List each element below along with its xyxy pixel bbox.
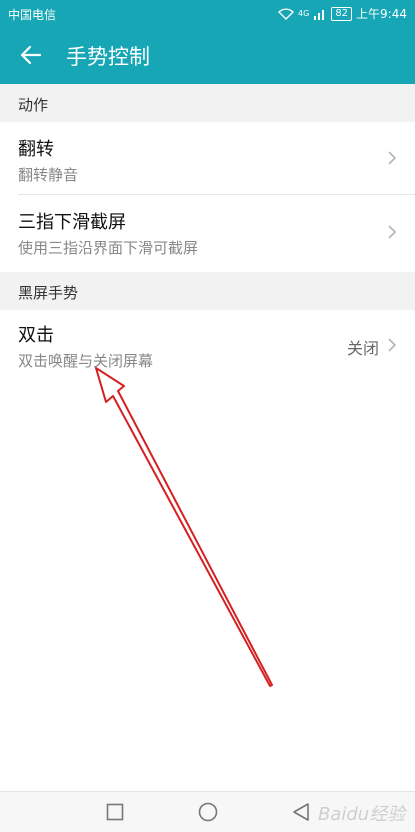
watermark: Baidu经验	[318, 804, 406, 825]
battery-indicator: 82	[331, 6, 353, 21]
arrow-left-icon[interactable]	[18, 42, 44, 68]
chevron-right-icon	[388, 338, 397, 352]
item-title: 双击	[18, 325, 54, 346]
item-subtitle: 双击唤醒与关闭屏幕	[18, 352, 154, 370]
item-title: 三指下滑截屏	[18, 212, 126, 233]
chevron-right-icon	[388, 151, 397, 165]
signal-icon	[314, 9, 325, 20]
item-subtitle: 翻转静音	[18, 166, 79, 184]
carrier-label: 中国电信	[8, 8, 57, 22]
page-title: 手势控制	[66, 45, 150, 69]
item-title: 翻转	[18, 139, 54, 160]
item-subtitle: 使用三指沿界面下滑可截屏	[18, 239, 199, 257]
section-header-label: 黑屏手势	[18, 284, 79, 302]
status-indicators: 4G 82 上午9:44	[278, 5, 407, 22]
wifi-icon	[278, 7, 295, 20]
status-bar: 中国电信 4G 82 上午9:44	[0, 0, 415, 26]
system-nav-bar: Baidu经验	[0, 791, 415, 832]
app-bar: 手势控制	[0, 26, 415, 84]
triangle-back-icon[interactable]	[292, 802, 310, 822]
section-header-actions: 动作	[0, 84, 415, 122]
section-header-label: 动作	[18, 96, 49, 114]
section-header-screen-off-gestures: 黑屏手势	[0, 272, 415, 310]
circle-icon[interactable]	[198, 802, 218, 822]
chevron-right-icon	[388, 225, 397, 239]
list-item-three-finger-screenshot[interactable]: 三指下滑截屏 使用三指沿界面下滑可截屏	[0, 195, 415, 267]
network-label: 4G	[298, 9, 310, 18]
list-item-double-tap[interactable]: 双击 双击唤醒与关闭屏幕 关闭	[0, 310, 415, 382]
square-icon[interactable]	[106, 803, 124, 821]
item-value: 关闭	[346, 339, 379, 358]
list-item-flip[interactable]: 翻转 翻转静音	[0, 122, 415, 194]
clock: 上午9:44	[356, 7, 407, 21]
